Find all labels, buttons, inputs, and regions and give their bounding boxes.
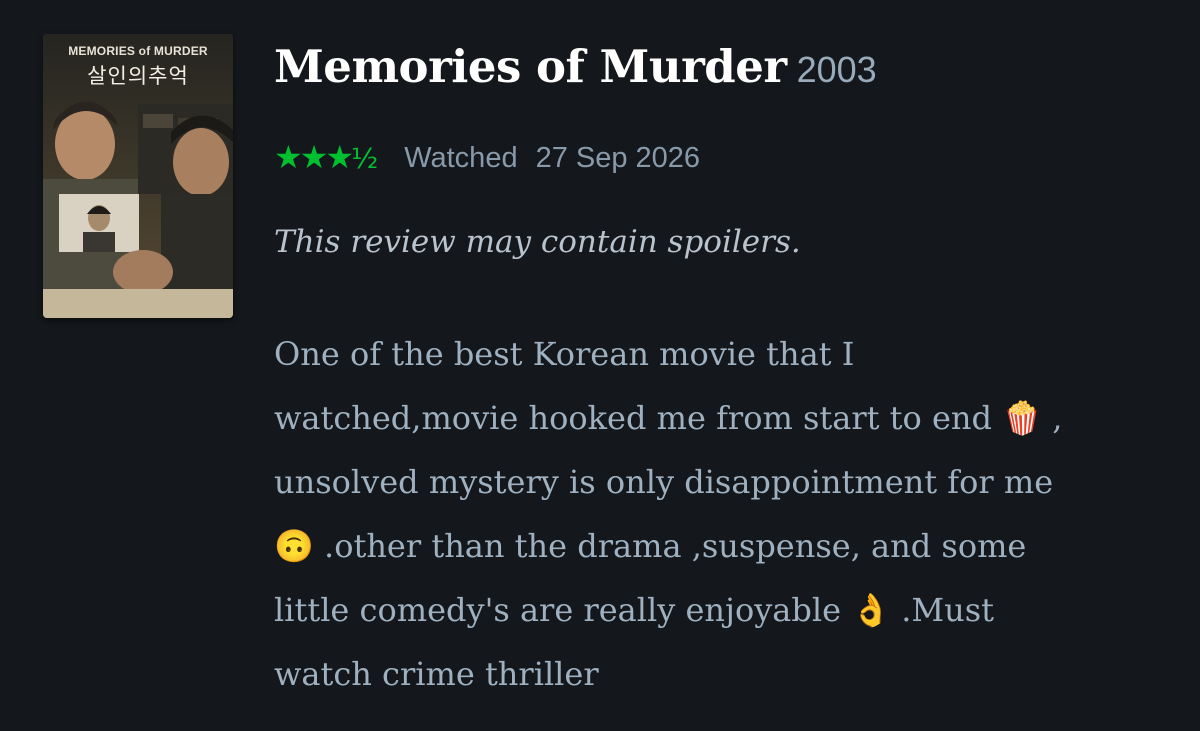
film-year-link[interactable]: 2003 [797, 49, 877, 90]
film-poster[interactable]: MEMORIES of MURDER 살인의추억 [43, 34, 233, 318]
star-rating: ★★★½ [274, 137, 378, 179]
poster-korean-title: 살인의추억 [87, 64, 189, 88]
review-line: unsolved mystery is only disappointment … [274, 463, 1054, 501]
review-line: watched,movie hooked me from start to en… [274, 399, 1063, 437]
film-header: Memories of Murder 2003 [274, 40, 877, 93]
film-title-link[interactable]: Memories of Murder [274, 40, 787, 93]
review-line: One of the best Korean movie that I [274, 335, 855, 373]
review-line: watch crime thriller [274, 655, 599, 693]
poster-title-text: MEMORIES of MURDER [68, 44, 208, 58]
star-icons: ★★★ [274, 138, 354, 176]
review-body: One of the best Korean movie that I watc… [274, 322, 1154, 706]
half-star-icon: ½ [351, 142, 379, 175]
review-line: little comedy's are really enjoyable 👌 .… [274, 591, 995, 629]
review-line: 🙃 .other than the drama ,suspense, and s… [274, 527, 1027, 565]
watched-label: Watched [404, 141, 518, 174]
watched-date-link[interactable]: 27 Sep 2026 [536, 142, 700, 175]
review-meta: ★★★½ Watched 27 Sep 2026 [274, 138, 700, 178]
spoiler-notice: This review may contain spoilers. [274, 224, 801, 260]
